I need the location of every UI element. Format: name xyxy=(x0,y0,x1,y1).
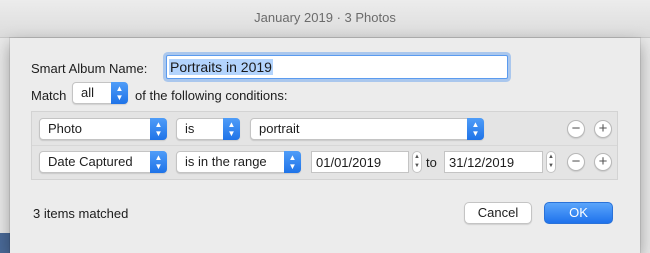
minus-circle-icon: − xyxy=(571,153,581,170)
stepper-arrows-icon[interactable]: ▲ ▼ xyxy=(412,151,422,173)
album-name-input[interactable]: Portraits in 2019 xyxy=(166,55,508,79)
date-range-to-label: to xyxy=(426,155,437,170)
condition-operator-popup[interactable]: is in the range ▲ ▼ xyxy=(176,151,301,173)
chevron-updown-icon: ▲ ▼ xyxy=(467,118,484,140)
match-label: Match xyxy=(31,88,67,103)
plus-circle-icon: + xyxy=(598,120,608,137)
condition-field-value: Date Captured xyxy=(48,154,133,169)
stepper-arrows-icon[interactable]: ▲ ▼ xyxy=(546,151,556,173)
chevron-updown-icon: ▲ ▼ xyxy=(284,151,301,173)
ok-button[interactable]: OK xyxy=(544,202,613,224)
condition-value-value: portrait xyxy=(259,121,300,136)
chevron-updown-icon: ▲ ▼ xyxy=(223,118,240,140)
plus-circle-icon: + xyxy=(598,153,608,170)
remove-condition-button[interactable]: − xyxy=(567,120,585,138)
conditions-panel: Photo ▲ ▼ is ▲ ▼ portrait ▲ ▼ − + Date Capt… xyxy=(31,111,618,180)
add-condition-button[interactable]: + xyxy=(594,120,612,138)
chevron-updown-icon: ▲ ▼ xyxy=(150,118,167,140)
condition-field-value: Photo xyxy=(48,121,82,136)
cancel-button[interactable]: Cancel xyxy=(464,202,532,224)
date-to-field[interactable]: 31/12/2019 xyxy=(444,151,543,173)
match-popup[interactable]: all ▲ ▼ xyxy=(72,82,128,104)
window-titlebar: January 2019 · 3 Photos xyxy=(0,0,650,38)
condition-operator-popup[interactable]: is ▲ ▼ xyxy=(176,118,240,140)
date-from-value: 01/01/2019 xyxy=(316,155,382,170)
window-title: January 2019 · 3 Photos xyxy=(254,10,396,25)
condition-row: Photo ▲ ▼ is ▲ ▼ portrait ▲ ▼ − + xyxy=(32,113,617,146)
cancel-button-label: Cancel xyxy=(477,205,519,220)
chevron-updown-icon: ▲ ▼ xyxy=(111,82,128,104)
condition-field-popup[interactable]: Photo ▲ ▼ xyxy=(39,118,167,140)
condition-row: Date Captured ▲ ▼ is in the range ▲ ▼ 01/0… xyxy=(32,146,617,179)
condition-operator-value: is xyxy=(185,121,195,136)
following-conditions-label: of the following conditions: xyxy=(135,88,288,103)
add-condition-button[interactable]: + xyxy=(594,153,612,171)
date-from-field[interactable]: 01/01/2019 xyxy=(311,151,409,173)
date-to-value: 31/12/2019 xyxy=(449,155,515,170)
condition-value-popup[interactable]: portrait ▲ ▼ xyxy=(250,118,484,140)
album-name-label: Smart Album Name: xyxy=(31,61,148,76)
condition-field-popup[interactable]: Date Captured ▲ ▼ xyxy=(39,151,167,173)
minus-circle-icon: − xyxy=(571,120,581,137)
match-popup-value: all xyxy=(81,85,95,100)
condition-operator-value: is in the range xyxy=(185,154,267,169)
remove-condition-button[interactable]: − xyxy=(567,153,585,171)
album-name-value: Portraits in 2019 xyxy=(169,59,273,75)
ok-button-label: OK xyxy=(569,205,588,220)
items-matched-text: 3 items matched xyxy=(33,206,129,221)
smart-album-sheet: Smart Album Name: Portraits in 2019 Matc… xyxy=(10,38,640,253)
chevron-updown-icon: ▲ ▼ xyxy=(150,151,167,173)
